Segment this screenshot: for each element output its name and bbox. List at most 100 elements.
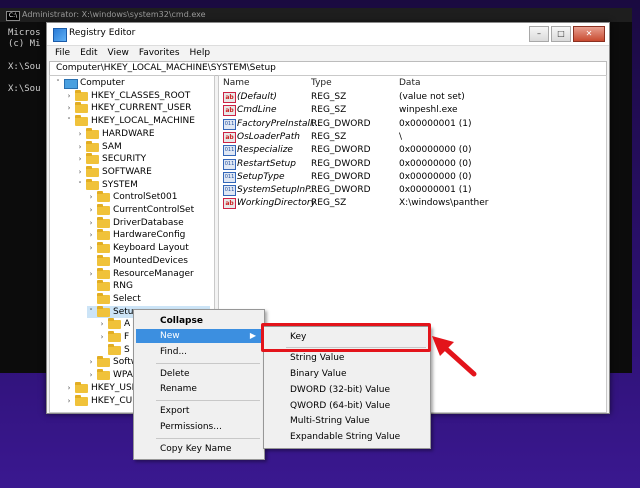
chevron-right-icon[interactable]: › [65,102,73,114]
value-row[interactable]: ab CmdLine REG_SZ winpeshl.exe [219,104,606,117]
cmd-line: (c) Mi [8,39,41,49]
menu-item-find[interactable]: Find... [136,345,262,359]
highlight-box [261,323,431,352]
folder-icon [86,178,99,190]
chevron-right-icon[interactable]: › [87,356,95,368]
close-button[interactable]: ✕ [573,26,605,42]
chevron-right-icon[interactable]: › [87,229,95,241]
value-row[interactable]: 011 SetupType REG_DWORD 0x00000000 (0) [219,171,606,183]
value-row[interactable]: 011 Respecialize REG_DWORD 0x00000000 (0) [219,144,606,157]
tree-node-label: HKEY_CLASSES_ROOT [91,90,191,101]
tree-node-label: HKEY_USE [91,382,138,393]
tree-node[interactable]: › ControlSet001 [87,191,210,203]
cmd-title: Administrator: X:\windows\system32\cmd.e… [22,10,206,19]
menu-item-collapse[interactable]: Collapse [136,314,262,328]
tree-node[interactable]: › Keyboard Layout [87,242,210,254]
chevron-down-icon[interactable]: ˅ [65,115,73,127]
chevron-down-icon[interactable]: ˅ [54,77,62,89]
tree-node[interactable]: › SECURITY [76,153,210,165]
tree-node[interactable]: › HKEY_CLASSES_ROOT [65,89,210,102]
menu-item-copy-key-name[interactable]: Copy Key Name [136,442,262,456]
submenu-item-dword-value[interactable]: DWORD (32-bit) Value [266,383,428,397]
chevron-right-icon[interactable]: › [76,153,84,165]
cmd-line: X:\Sou [8,62,41,72]
tree-node[interactable]: ˅ SYSTEM [76,178,210,191]
column-name[interactable]: Name [223,78,250,88]
submenu-item-binary-value[interactable]: Binary Value [266,367,428,381]
menu-file[interactable]: File [55,46,70,60]
folder-icon [75,102,88,114]
tree-node[interactable]: Select [87,292,210,305]
value-row[interactable]: 011 RestartSetup REG_DWORD 0x00000000 (0) [219,158,606,170]
tree-node[interactable]: › HARDWARE [76,127,210,140]
chevron-right-icon[interactable]: › [65,395,73,407]
chevron-right-icon[interactable]: › [87,217,95,229]
tree-node[interactable]: › SAM [76,140,210,153]
menu-item-new[interactable]: New ▶ [136,329,262,343]
value-row[interactable]: ab WorkingDirectory REG_SZ X:\windows\panth… [219,197,606,210]
chevron-right-icon[interactable]: › [98,331,106,343]
tree-node[interactable]: › DriverDatabase [87,216,210,229]
titlebar[interactable]: Registry Editor – □ ✕ [47,23,609,46]
value-row[interactable]: 011 SystemSetupInP... REG_DWORD 0x00000001 … [219,184,606,197]
tree-node[interactable]: › ResourceManager [87,267,210,280]
value-data: 0x00000001 (1) [399,118,472,129]
tree-node[interactable]: › CurrentControlSet [87,204,210,216]
menu-view[interactable]: View [108,46,129,60]
minimize-button[interactable]: – [529,26,549,42]
value-data: 0x00000000 (0) [399,158,472,169]
chevron-right-icon[interactable]: › [87,369,95,381]
column-type[interactable]: Type [311,78,332,88]
folder-icon [97,305,110,317]
tree-node[interactable]: MountedDevices [87,254,210,267]
chevron-right-icon[interactable]: › [87,268,95,280]
tree-node[interactable]: › SOFTWARE [76,165,210,178]
chevron-right-icon[interactable]: › [76,141,84,153]
maximize-button[interactable]: □ [551,26,571,42]
menu-edit[interactable]: Edit [80,46,97,60]
tree-node[interactable]: › HardwareConfig [87,229,210,241]
chevron-right-icon[interactable]: › [87,242,95,254]
folder-icon [75,394,88,406]
menu-item-export[interactable]: Export [136,404,262,418]
tree-node[interactable]: ˅ Computer [54,77,210,89]
submenu-item-string-value[interactable]: String Value [266,351,428,365]
value-row[interactable]: 011 FactoryPreInstall... REG_DWORD 0x000000… [219,118,606,130]
chevron-right-icon[interactable]: › [65,382,73,394]
folder-icon [75,381,88,393]
column-data[interactable]: Data [399,78,421,88]
value-name: (Default) [237,92,277,102]
chevron-down-icon[interactable]: ˅ [87,306,95,318]
value-row[interactable]: ab (Default) REG_SZ (value not set) [219,91,606,103]
menu-separator [156,363,260,364]
submenu-item-qword-value[interactable]: QWORD (64-bit) Value [266,399,428,413]
tree-node[interactable]: › HKEY_CURRENT_USER [65,102,210,114]
value-row[interactable]: ab OsLoaderPath REG_SZ \ [219,131,606,143]
tree-node-label: S [124,344,130,355]
tree-node[interactable]: ˅ HKEY_LOCAL_MACHINE [65,115,210,127]
chevron-right-icon[interactable]: › [98,318,106,330]
address-bar[interactable]: Computer\HKEY_LOCAL_MACHINE\SYSTEM\Setup [49,61,607,76]
value-data: 0x00000001 (1) [399,185,472,196]
tree-node-label: SECURITY [102,154,147,165]
submenu-item-multi-string-value[interactable]: Multi-String Value [266,414,428,428]
chevron-down-icon[interactable]: ˅ [76,179,84,191]
menu-item-permissions[interactable]: Permissions... [136,420,262,434]
folder-icon [86,165,99,177]
menu-favorites[interactable]: Favorites [139,46,180,60]
binary-value-icon: 011 [223,185,236,197]
chevron-right-icon[interactable]: › [76,166,84,178]
chevron-right-icon[interactable]: › [65,90,73,102]
value-type: REG_DWORD [311,171,371,182]
value-data: \ [399,131,403,142]
chevron-right-icon[interactable]: › [87,191,95,203]
chevron-right-icon[interactable]: › [76,128,84,140]
string-value-icon: ab [223,105,236,117]
tree-node[interactable]: RNG [87,280,210,292]
chevron-right-icon[interactable]: › [87,204,95,216]
menu-item-rename[interactable]: Rename [136,382,262,396]
menu-help[interactable]: Help [190,46,211,60]
tree-node-label: Keyboard Layout [113,243,189,254]
menu-item-delete[interactable]: Delete [136,367,262,381]
submenu-item-expandable-string-value[interactable]: Expandable String Value [266,430,428,444]
